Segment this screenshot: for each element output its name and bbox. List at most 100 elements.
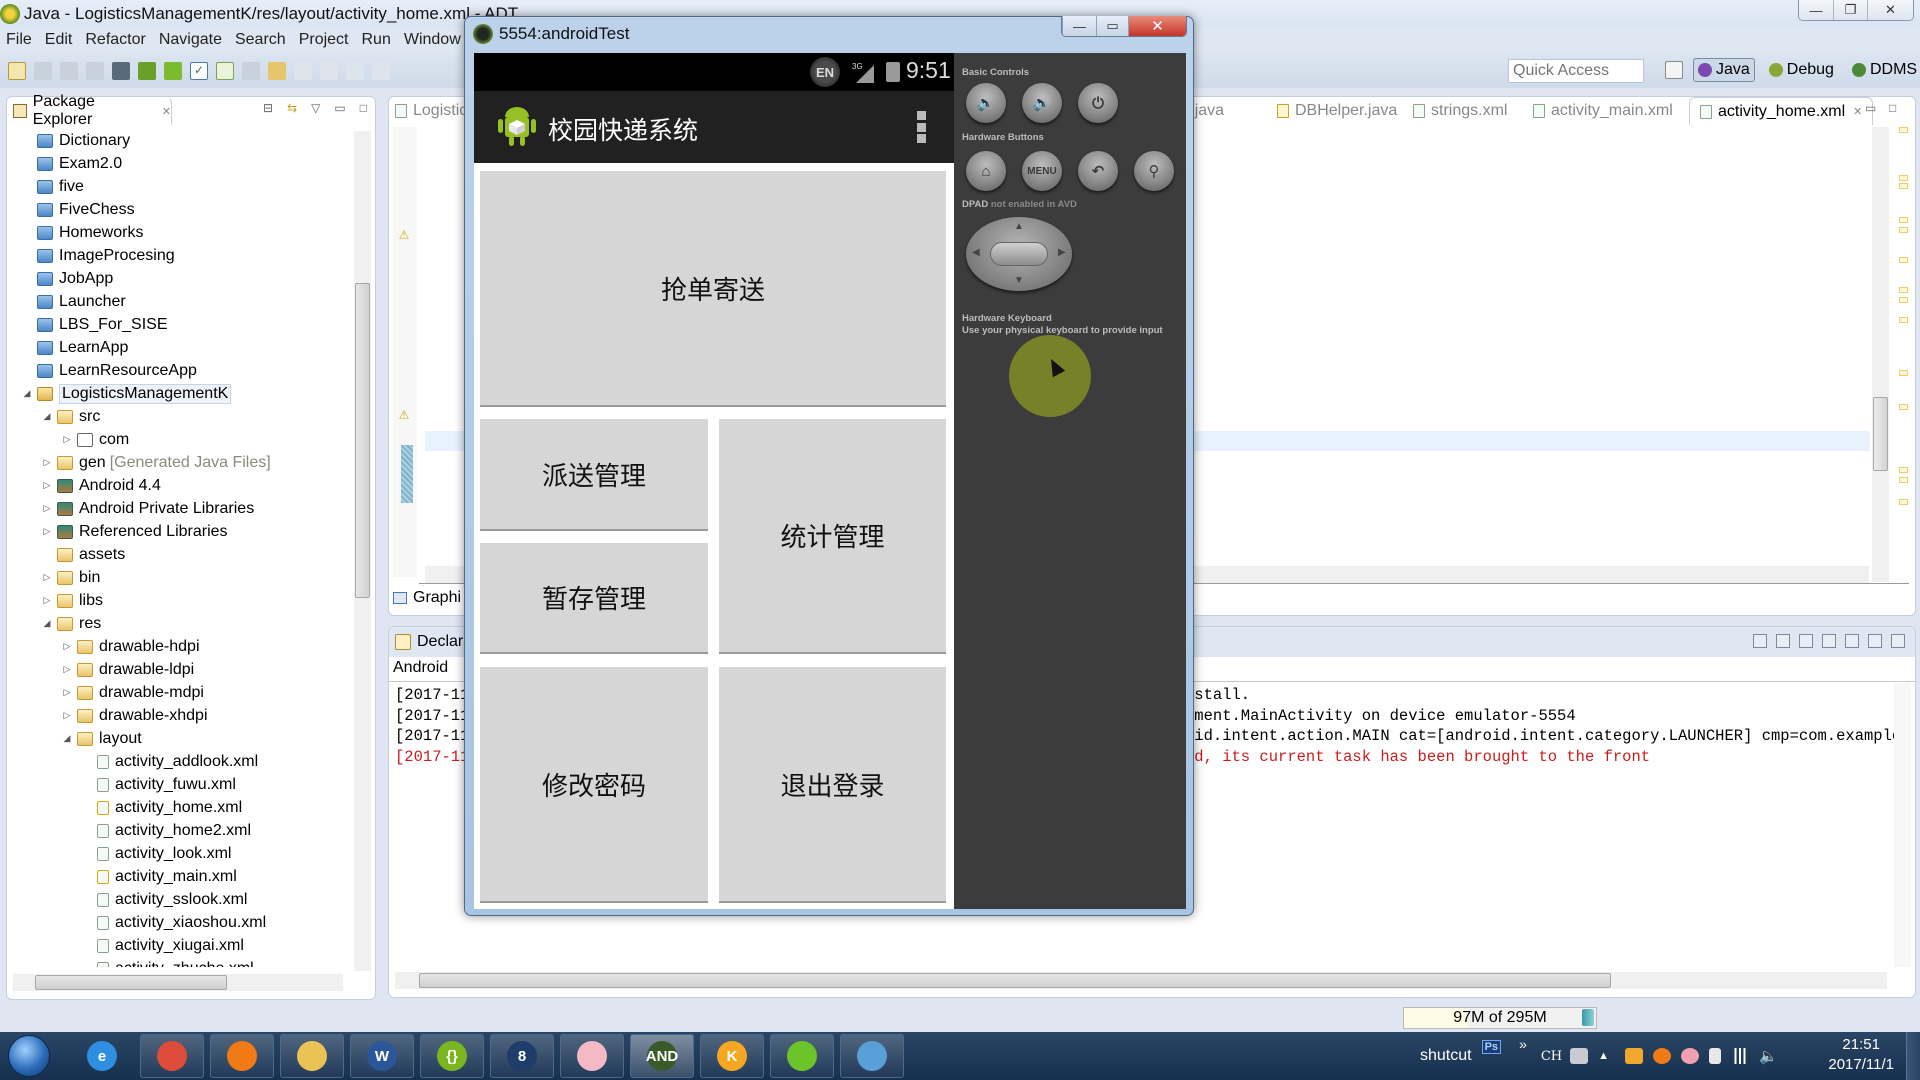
flower-tray-icon[interactable] xyxy=(1681,1048,1700,1064)
step-into-icon[interactable] xyxy=(294,62,312,80)
annotation-marker[interactable] xyxy=(1899,127,1908,133)
save-icon[interactable] xyxy=(34,62,52,80)
tree-item[interactable]: ▷ bin xyxy=(7,566,352,589)
lint-check-icon[interactable]: ✓ xyxy=(190,62,208,80)
perspective-ddms[interactable]: DDMS xyxy=(1848,59,1920,81)
maximize-view-icon[interactable]: □ xyxy=(360,101,367,115)
taskbar-app-eclipse-adt[interactable]: {} xyxy=(420,1034,484,1078)
annotation-marker[interactable] xyxy=(1899,227,1908,233)
home-button[interactable]: ⌂ xyxy=(966,151,1006,191)
tree-item[interactable]: activity_look.xml xyxy=(7,842,352,865)
overflow-menu-icon[interactable] xyxy=(917,111,926,143)
close-tab-icon[interactable]: ✕ xyxy=(1853,105,1862,118)
emulator-close-button[interactable]: ✕ xyxy=(1128,16,1186,36)
editor-vertical-scrollbar[interactable] xyxy=(1872,127,1889,582)
taskbar-app-anime-app[interactable] xyxy=(560,1034,624,1078)
volume-up-button[interactable]: 🔊 xyxy=(1022,83,1062,123)
change-password-button[interactable]: 修改密码 xyxy=(480,667,708,903)
package-explorer-horizontal-scrollbar[interactable] xyxy=(13,974,343,991)
minimize-button[interactable]: — xyxy=(1799,0,1833,20)
tree-item[interactable]: activity_addlook.xml xyxy=(7,750,352,773)
perspective-java[interactable]: Java xyxy=(1693,58,1755,82)
scroll-lock-icon[interactable] xyxy=(1776,634,1790,648)
scroll-thumb[interactable] xyxy=(1873,397,1888,471)
emulator-minimize-button[interactable]: — xyxy=(1062,16,1096,36)
menu-navigate[interactable]: Navigate xyxy=(159,31,222,49)
maximize-editor-icon[interactable]: □ xyxy=(1889,101,1896,115)
annotation-marker[interactable] xyxy=(1899,499,1908,505)
annotation-marker[interactable] xyxy=(1899,287,1908,293)
warning-icon[interactable]: ⚠ xyxy=(397,229,411,241)
expanded-twisty-icon[interactable]: ◢ xyxy=(41,411,53,422)
console-vertical-scrollbar[interactable] xyxy=(1894,683,1911,967)
collapsed-twisty-icon[interactable]: ▷ xyxy=(61,434,73,445)
kugou-tray-icon[interactable] xyxy=(1625,1048,1644,1064)
collapsed-twisty-icon[interactable]: ▷ xyxy=(61,710,73,721)
clear-console-icon[interactable] xyxy=(1753,634,1767,648)
resume-icon[interactable] xyxy=(372,62,390,80)
tree-item[interactable]: ◢ layout xyxy=(7,727,352,750)
back-button[interactable]: ↶ xyxy=(1078,151,1118,191)
console-horizontal-scrollbar[interactable] xyxy=(395,972,1887,989)
new-android-project-icon[interactable] xyxy=(216,62,234,80)
taskbar-app-file-explorer[interactable] xyxy=(280,1034,344,1078)
volume-icon[interactable]: 🔈 xyxy=(1759,1047,1778,1065)
tree-item[interactable]: LearnApp xyxy=(7,336,352,359)
dpad-left-icon[interactable]: ◀ xyxy=(972,247,980,258)
warning-icon[interactable]: ⚠ xyxy=(397,409,411,421)
link-with-editor-icon[interactable]: ⇆ xyxy=(287,101,297,115)
power-button[interactable]: ⏻ xyxy=(1078,83,1118,123)
menu-search[interactable]: Search xyxy=(235,31,286,49)
annotation-marker[interactable] xyxy=(1899,183,1908,189)
android-device-icon[interactable] xyxy=(164,62,182,80)
tree-item[interactable]: activity_main.xml xyxy=(7,865,352,888)
show-hidden-icons[interactable]: ▲ xyxy=(1598,1050,1609,1062)
annotation-marker[interactable] xyxy=(1899,317,1908,323)
tree-item[interactable]: Launcher xyxy=(7,290,352,313)
menu-run[interactable]: Run xyxy=(361,31,390,49)
search-tray-icon[interactable] xyxy=(1653,1048,1672,1064)
toolbar-chevron-icon[interactable]: » xyxy=(1519,1036,1527,1052)
dpad-down-icon[interactable]: ▼ xyxy=(1014,275,1024,286)
dpad-control[interactable]: ▲ ▼ ◀ ▶ xyxy=(966,217,1072,291)
collapsed-twisty-icon[interactable]: ▷ xyxy=(61,687,73,698)
power-plug-icon[interactable] xyxy=(1709,1048,1722,1064)
maximize-view-icon[interactable] xyxy=(1891,634,1905,648)
annotation-marker[interactable] xyxy=(1899,404,1908,410)
editor-tab-strings[interactable]: strings.xml xyxy=(1413,97,1507,125)
tree-item[interactable]: ▷ drawable-mdpi xyxy=(7,681,352,704)
taskbar-app-word[interactable]: W xyxy=(350,1034,414,1078)
editor-tab-activity-main[interactable]: activity_main.xml xyxy=(1533,97,1673,125)
garbage-collect-icon[interactable] xyxy=(1582,1009,1594,1026)
display-console-icon[interactable] xyxy=(1822,634,1836,648)
annotation-marker[interactable] xyxy=(1899,297,1908,303)
editor-tab-activity-home[interactable]: activity_home.xml ✕ xyxy=(1689,97,1874,125)
debug-config-icon[interactable] xyxy=(268,62,286,80)
taskbar-app-internet-explorer[interactable]: e xyxy=(70,1034,134,1078)
collapsed-twisty-icon[interactable]: ▷ xyxy=(41,572,53,583)
tree-item[interactable]: Homeworks xyxy=(7,221,352,244)
taskbar-app-app-8[interactable]: 8 xyxy=(490,1034,554,1078)
package-explorer-vertical-scrollbar[interactable] xyxy=(354,131,371,971)
annotation-marker[interactable] xyxy=(1899,477,1908,483)
sdk-manager-icon[interactable] xyxy=(138,62,156,80)
tree-item[interactable]: activity_fuwu.xml xyxy=(7,773,352,796)
expanded-twisty-icon[interactable]: ◢ xyxy=(61,733,73,744)
tree-item[interactable]: ◢ LogisticsManagementK xyxy=(7,382,352,405)
close-button[interactable]: ✕ xyxy=(1867,0,1913,20)
dispatch-management-button[interactable]: 派送管理 xyxy=(480,419,708,531)
tree-item[interactable]: ▷ drawable-ldpi xyxy=(7,658,352,681)
scroll-thumb[interactable] xyxy=(419,973,1611,988)
annotation-marker[interactable] xyxy=(1899,217,1908,223)
step-return-icon[interactable] xyxy=(346,62,364,80)
view-menu-icon[interactable]: ▽ xyxy=(311,101,320,115)
editor-tab-dbhelper[interactable]: DBHelper.java xyxy=(1277,97,1397,125)
new-icon[interactable] xyxy=(8,62,26,80)
storage-management-button[interactable]: 暂存管理 xyxy=(480,543,708,654)
collapsed-twisty-icon[interactable]: ▷ xyxy=(41,503,53,514)
start-button[interactable] xyxy=(8,1035,50,1077)
menu-button[interactable]: MENU xyxy=(1022,151,1062,191)
tree-item[interactable]: LBS_For_SISE xyxy=(7,313,352,336)
tree-item[interactable]: Exam2.0 xyxy=(7,152,352,175)
tree-item[interactable]: activity_xiaoshou.xml xyxy=(7,911,352,934)
